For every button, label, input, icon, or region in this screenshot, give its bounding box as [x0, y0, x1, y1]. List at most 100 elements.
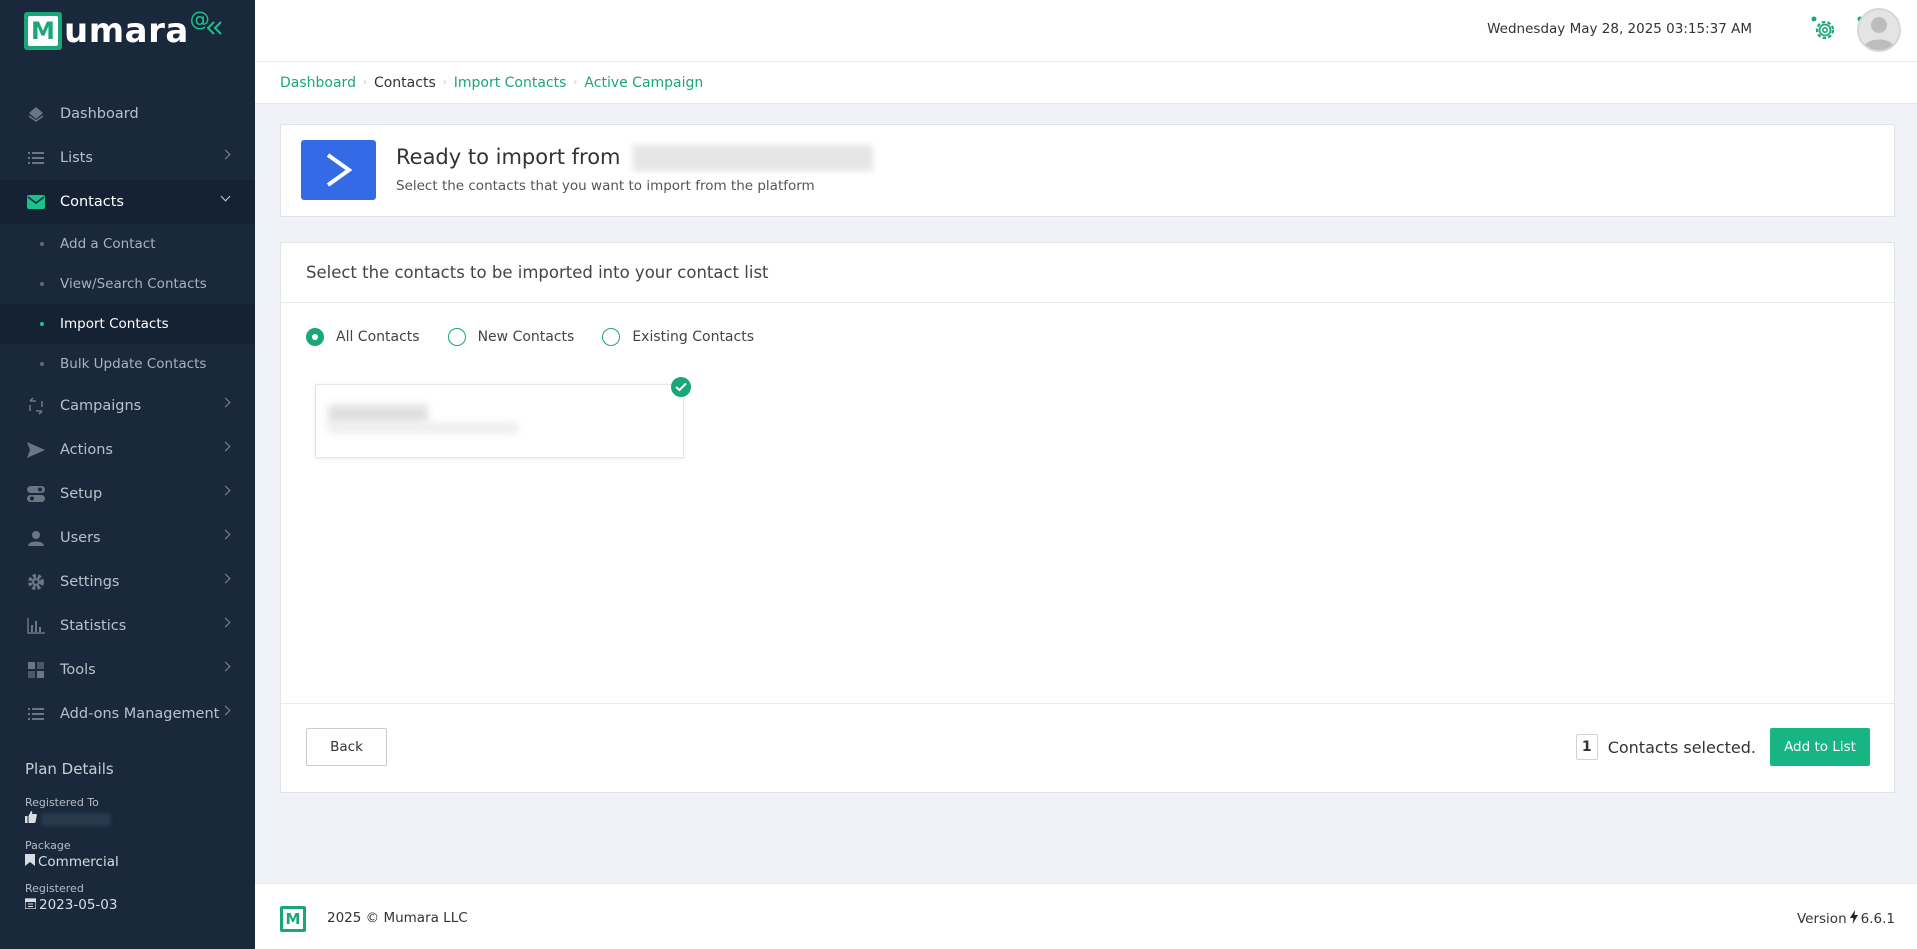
sidebar-item-tools[interactable]: Tools: [0, 648, 255, 692]
plan-title: Plan Details: [25, 760, 114, 778]
sidebar-nav: Dashboard Lists Contacts Add a Contact V…: [0, 92, 255, 736]
topbar: Wednesday May 28, 2025 03:15:37 AM: [255, 0, 1917, 62]
copyright-text: 2025 © Mumara LLC: [327, 910, 468, 926]
radio-button[interactable]: [306, 328, 324, 346]
chevron-down-icon: [220, 191, 231, 202]
gear-icon[interactable]: [1811, 16, 1837, 42]
import-source-card: Ready to import from Select the contacts…: [280, 124, 1895, 217]
selected-count: 1 Contacts selected.: [1575, 734, 1756, 760]
breadcrumb-separator: ›: [442, 77, 447, 88]
sidebar: M umara @ Dashboard Lists Contacts Add a…: [0, 0, 255, 949]
add-to-list-button[interactable]: Add to List: [1770, 728, 1870, 766]
chevron-right-icon: [220, 529, 231, 540]
plan-details: Plan Details Registered To Package Comme…: [24, 760, 235, 925]
registered-value: 2023-05-03: [24, 897, 235, 913]
sidebar-item-settings[interactable]: Settings: [0, 560, 255, 604]
breadcrumb-dashboard[interactable]: Dashboard: [280, 75, 356, 91]
bolt-icon: [1849, 910, 1858, 928]
calendar-icon: [24, 897, 37, 913]
submenu-add-contact[interactable]: Add a Contact: [0, 224, 255, 264]
collapse-sidebar-icon[interactable]: [205, 18, 225, 42]
campaigns-icon: [26, 396, 46, 416]
gear-icon: [26, 572, 46, 592]
page-footer: M 2025 © Mumara LLC Version 6.6.1: [255, 883, 1917, 949]
import-title: Ready to import from: [396, 145, 874, 171]
avatar[interactable]: [1857, 8, 1901, 52]
registered-to-label: Registered To: [25, 796, 99, 809]
bookmark-icon: [25, 854, 35, 870]
sidebar-item-statistics[interactable]: Statistics: [0, 604, 255, 648]
sidebar-item-setup[interactable]: Setup: [0, 472, 255, 516]
sidebar-item-label: Add-ons Management: [60, 706, 220, 722]
redacted-name: [41, 812, 111, 826]
sidebar-item-contacts[interactable]: Contacts: [0, 180, 255, 224]
list-icon: [26, 148, 46, 168]
toggle-icon: [26, 484, 46, 504]
radio-button[interactable]: [447, 328, 466, 346]
sidebar-item-addons[interactable]: Add-ons Management: [0, 692, 255, 736]
sidebar-item-label: Contacts: [60, 194, 124, 210]
version-info: Version 6.6.1: [1796, 910, 1895, 928]
chevron-right-icon: [220, 149, 231, 160]
select-contacts-heading: Select the contacts to be imported into …: [281, 243, 1894, 303]
sidebar-item-label: Users: [60, 530, 101, 546]
redacted-list-meta: [328, 423, 518, 433]
chevron-right-icon: [220, 441, 231, 452]
submenu-import-contacts[interactable]: Import Contacts: [0, 304, 255, 344]
radio-all-contacts[interactable]: All Contacts: [306, 328, 420, 346]
sidebar-item-users[interactable]: Users: [0, 516, 255, 560]
redacted-list-name: [328, 405, 428, 423]
dashboard-icon: [26, 104, 46, 124]
header-datetime: Wednesday May 28, 2025 03:15:37 AM: [1487, 21, 1752, 37]
user-icon: [26, 528, 46, 548]
send-icon: [26, 440, 46, 460]
radio-existing-contacts[interactable]: Existing Contacts: [602, 328, 754, 346]
breadcrumb-active-campaign[interactable]: Active Campaign: [584, 75, 703, 91]
sidebar-item-campaigns[interactable]: Campaigns: [0, 384, 255, 428]
sidebar-item-dashboard[interactable]: Dashboard: [0, 92, 255, 136]
contact-list-tile[interactable]: [315, 377, 691, 458]
submenu-view-search-contacts[interactable]: View/Search Contacts: [0, 264, 255, 304]
grid-icon: [26, 660, 46, 680]
chevron-right-icon: [220, 705, 231, 716]
sidebar-item-label: Setup: [60, 486, 103, 502]
logo-text: umara: [64, 11, 189, 51]
bar-chart-icon: [26, 616, 46, 636]
submenu-bulk-update-contacts[interactable]: Bulk Update Contacts: [0, 344, 255, 384]
package-label: Package: [25, 839, 71, 852]
radio-new-contacts[interactable]: New Contacts: [447, 328, 574, 346]
footer-logo: M: [280, 906, 306, 932]
registered-to-value: [25, 811, 235, 827]
chevron-right-icon: [220, 485, 231, 496]
thumbs-up-icon: [25, 811, 37, 827]
sidebar-item-actions[interactable]: Actions: [0, 428, 255, 472]
contacts-submenu: Add a Contact View/Search Contacts Impor…: [0, 224, 255, 384]
registered-label: Registered: [25, 882, 84, 895]
radio-button[interactable]: [602, 328, 621, 346]
select-contacts-footer: Back 1 Contacts selected. Add to List: [281, 703, 1894, 792]
sidebar-item-label: Settings: [60, 574, 120, 590]
envelope-icon: [26, 192, 46, 212]
chevron-right-icon: [220, 573, 231, 584]
breadcrumb-contacts: Contacts: [373, 74, 436, 91]
chevron-right-icon: [220, 617, 231, 628]
back-button[interactable]: Back: [306, 728, 387, 766]
list-icon: [26, 704, 46, 724]
contact-filter-radios: All Contacts New Contacts Existing Conta…: [306, 328, 782, 346]
sidebar-item-label: Tools: [60, 662, 96, 678]
sidebar-item-label: Campaigns: [60, 398, 142, 414]
check-icon: [671, 377, 691, 397]
sidebar-item-label: Dashboard: [60, 106, 139, 122]
breadcrumb: Dashboard › Contacts › Import Contacts ›…: [255, 62, 1917, 104]
breadcrumb-import-contacts[interactable]: Import Contacts: [454, 75, 567, 91]
active-campaign-logo-icon: [301, 140, 376, 200]
package-value: Commercial: [25, 854, 235, 870]
sidebar-item-label: Statistics: [60, 618, 127, 634]
chevron-right-icon: [220, 397, 231, 408]
chevron-right-icon: [220, 661, 231, 672]
selected-count-badge: 1: [1575, 734, 1598, 760]
logo[interactable]: M umara @: [0, 0, 255, 62]
logo-mark: M: [24, 12, 62, 50]
breadcrumb-separator: ›: [362, 77, 367, 88]
sidebar-item-lists[interactable]: Lists: [0, 136, 255, 180]
